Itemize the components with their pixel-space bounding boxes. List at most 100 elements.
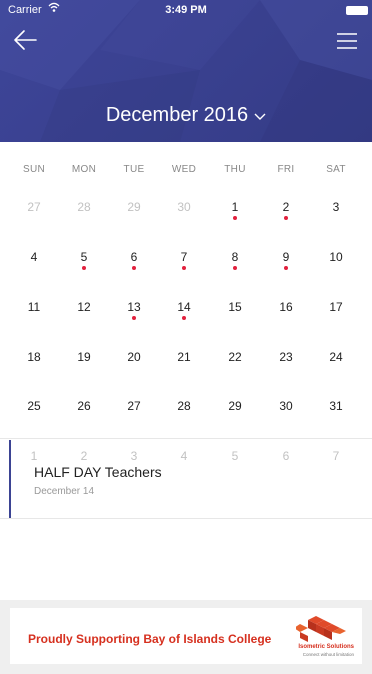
day-number: 27	[127, 399, 141, 413]
day-number: 20	[127, 350, 141, 364]
calendar-divider	[0, 438, 372, 439]
hamburger-menu-icon	[337, 33, 357, 49]
calendar-day[interactable]: 5	[67, 240, 101, 274]
weekday-thu: THU	[224, 164, 246, 175]
weekday-sun: SUN	[22, 164, 45, 175]
event-dot-icon	[284, 266, 288, 270]
day-number: 29	[127, 200, 141, 214]
calendar-day[interactable]: 9	[269, 240, 303, 274]
day-number: 2	[282, 200, 290, 214]
day-number: 22	[228, 350, 242, 364]
day-number: 19	[77, 350, 91, 364]
battery-icon	[346, 6, 368, 15]
calendar-day[interactable]: 3	[319, 190, 353, 224]
calendar-day[interactable]: 29	[117, 190, 151, 224]
event-dot-icon	[233, 266, 237, 270]
calendar-day[interactable]: 28	[167, 389, 201, 423]
day-number: 18	[27, 350, 41, 364]
calendar-day[interactable]: 26	[67, 389, 101, 423]
calendar-day[interactable]: 17	[319, 290, 353, 324]
sponsor-banner[interactable]: Proudly Supporting Bay of Islands Colleg…	[10, 608, 362, 664]
day-number: 26	[77, 399, 91, 413]
weekday-fri: FRI	[277, 164, 295, 175]
day-number: 23	[279, 350, 293, 364]
day-number: 13	[127, 300, 141, 314]
calendar-day[interactable]: 10	[319, 240, 353, 274]
calendar-day[interactable]: 23	[269, 340, 303, 374]
back-button[interactable]	[12, 28, 38, 52]
day-number: 4	[30, 250, 38, 264]
weekday-sat: SAT	[326, 164, 346, 175]
calendar-day[interactable]: 6	[117, 240, 151, 274]
calendar-day[interactable]: 4	[17, 240, 51, 274]
calendar-day[interactable]: 18	[17, 340, 51, 374]
calendar-day[interactable]: 12	[67, 290, 101, 324]
calendar-day[interactable]: 30	[167, 190, 201, 224]
calendar-day[interactable]: 8	[218, 240, 252, 274]
header: Carrier 3:49 PM December 2016	[0, 0, 372, 142]
day-number: 5	[80, 250, 88, 264]
calendar-day[interactable]: 16	[269, 290, 303, 324]
calendar-day[interactable]: 7	[167, 240, 201, 274]
day-number: 14	[177, 300, 191, 314]
event-dot-icon	[132, 316, 136, 320]
day-number: 29	[228, 399, 242, 413]
isometric-logo-icon	[296, 616, 346, 642]
event-date: December 14	[34, 486, 95, 497]
day-number: 21	[177, 350, 191, 364]
calendar-day[interactable]: 22	[218, 340, 252, 374]
day-number: 27	[27, 200, 41, 214]
event-dot-icon	[284, 216, 288, 220]
banner-area: Proudly Supporting Bay of Islands Colleg…	[0, 600, 372, 674]
event-item[interactable]: HALF DAY Teachers December 14	[0, 440, 372, 518]
day-number: 9	[282, 250, 290, 264]
calendar-day[interactable]: 20	[117, 340, 151, 374]
calendar-day[interactable]: 29	[218, 389, 252, 423]
banner-brand: Isometric Solutions	[298, 644, 354, 650]
calendar-day[interactable]: 31	[319, 389, 353, 423]
menu-button[interactable]	[336, 30, 358, 52]
event-accent-bar	[9, 440, 11, 518]
day-number: 17	[329, 300, 343, 314]
event-dot-icon	[82, 266, 86, 270]
calendar-day[interactable]: 27	[17, 190, 51, 224]
calendar-day[interactable]: 11	[17, 290, 51, 324]
calendar-day[interactable]: 30	[269, 389, 303, 423]
day-number: 3	[332, 200, 340, 214]
day-number: 10	[329, 250, 343, 264]
day-number: 8	[231, 250, 239, 264]
day-number: 31	[329, 399, 343, 413]
day-number: 28	[177, 399, 191, 413]
calendar-day[interactable]: 21	[167, 340, 201, 374]
calendar-day[interactable]: 1	[218, 190, 252, 224]
calendar-day[interactable]: 15	[218, 290, 252, 324]
month-label: December 2016	[105, 104, 249, 126]
day-number: 30	[177, 200, 191, 214]
calendar-day-selected[interactable]: 14	[167, 290, 201, 324]
calendar-day[interactable]: 28	[67, 190, 101, 224]
calendar-day[interactable]: 25	[17, 389, 51, 423]
chevron-down-icon	[254, 104, 266, 127]
day-number: 15	[228, 300, 242, 314]
day-number: 7	[180, 250, 188, 264]
calendar-day[interactable]: 24	[319, 340, 353, 374]
weekday-mon: MON	[71, 164, 97, 175]
day-number: 6	[130, 250, 138, 264]
day-number: 16	[279, 300, 293, 314]
weekday-wed: WED	[171, 164, 197, 175]
day-number: 30	[279, 399, 293, 413]
calendar-day[interactable]: 19	[67, 340, 101, 374]
event-dot-icon	[233, 216, 237, 220]
event-divider	[0, 518, 372, 519]
event-title: HALF DAY Teachers	[34, 464, 162, 480]
event-dot-icon	[132, 266, 136, 270]
event-dot-icon	[182, 316, 186, 320]
banner-text: Proudly Supporting Bay of Islands Colleg…	[28, 632, 272, 646]
month-picker[interactable]: December 2016	[0, 104, 372, 127]
event-dot-icon	[182, 266, 186, 270]
calendar-day[interactable]: 27	[117, 389, 151, 423]
day-number: 11	[27, 300, 41, 314]
calendar-day[interactable]: 2	[269, 190, 303, 224]
day-number: 25	[27, 399, 41, 413]
calendar-day[interactable]: 13	[117, 290, 151, 324]
